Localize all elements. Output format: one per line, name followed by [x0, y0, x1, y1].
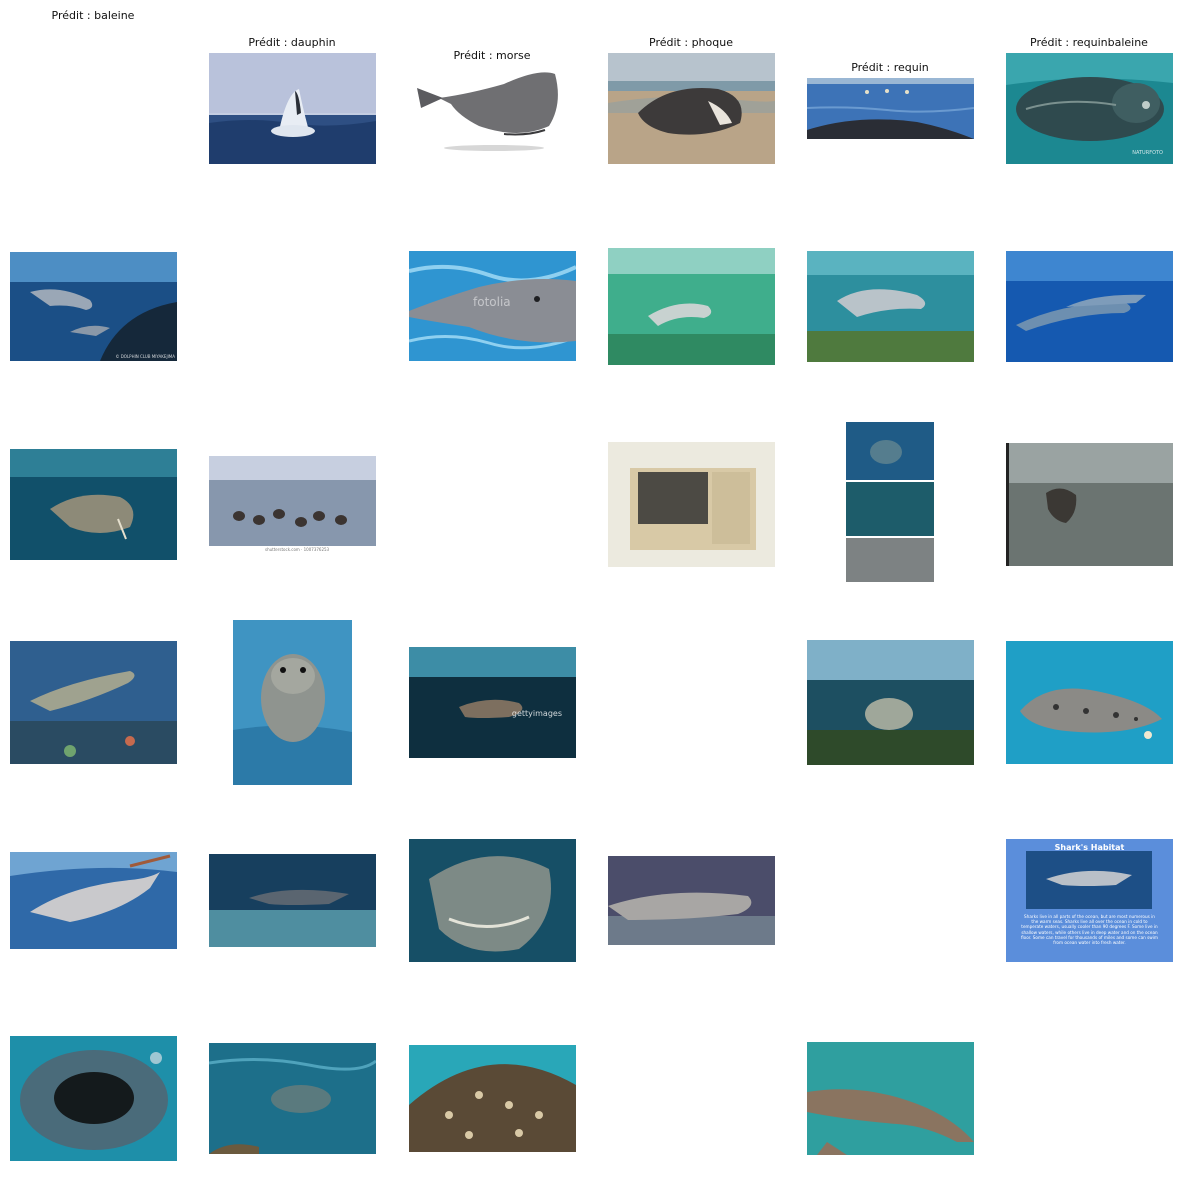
gettyimages-watermark: gettyimages	[511, 709, 562, 718]
whale-shark-underside-image	[807, 1042, 974, 1155]
dolphin-club-watermark: © DOLPHIN CLUB MIYAKEJIMA	[115, 354, 175, 359]
walrus-engraving-image	[608, 442, 775, 567]
naturfoto-watermark: NATURFOTO	[1132, 150, 1163, 156]
shark-reef-image	[209, 854, 376, 947]
whale-shark-surface-image	[209, 1043, 376, 1154]
prediction-title-morse: Prédit : morse	[453, 49, 531, 62]
slide-text: Sharks live in all parts of the ocean, b…	[1021, 914, 1158, 946]
dolphin-closeup-image: fotolia	[409, 251, 576, 361]
shark-bottom-image	[608, 856, 775, 945]
fotolia-watermark: fotolia	[473, 295, 511, 309]
seal-in-water-image	[233, 620, 352, 785]
whale-shark-spots-image	[409, 1045, 576, 1152]
harbor-seal-pool-image	[1006, 641, 1173, 764]
walrus-underwater-image	[10, 449, 177, 560]
right-whale-underwater-image: NATURFOTO	[1006, 53, 1173, 164]
seal-under-surface-image	[807, 640, 974, 765]
whale-back-surface-image	[807, 78, 974, 139]
whale-breach-image	[209, 53, 376, 164]
stranded-whale-beach-image	[608, 53, 775, 164]
seal-illustration-image	[10, 641, 177, 764]
whale-shark-mouth-image	[10, 1036, 177, 1161]
dolphin-seagrass-image	[807, 251, 974, 362]
sharks-habitat-slide-image: Shark's Habitat Sharks live in all parts…	[1006, 839, 1173, 962]
dolphins-blue-water-image	[1006, 251, 1173, 362]
walrus-research-panels-image	[846, 422, 934, 587]
prediction-title-requin: Prédit : requin	[851, 61, 929, 74]
shutterstock-watermark: shutterstock.com · 1007376253	[265, 547, 330, 552]
dolphin-shallow-green-image	[608, 248, 775, 365]
dolphin-reef-image: © DOLPHIN CLUB MIYAKEJIMA	[10, 252, 177, 361]
great-white-mouth-image	[409, 839, 576, 962]
prediction-title-phoque: Prédit : phoque	[649, 36, 733, 49]
walrus-murky-water-image	[1006, 443, 1173, 566]
sea-lion-underwater-image: gettyimages	[409, 647, 576, 758]
prediction-title-dauphin: Prédit : dauphin	[248, 36, 336, 49]
sperm-whale-figure-image	[409, 64, 576, 154]
prediction-title-requinbaleine: Prédit : requinbaleine	[1030, 36, 1148, 49]
shark-surface-image	[10, 852, 177, 949]
walrus-herd-image: shutterstock.com · 1007376253	[209, 456, 376, 554]
prediction-title-baleine: Prédit : baleine	[51, 9, 135, 22]
